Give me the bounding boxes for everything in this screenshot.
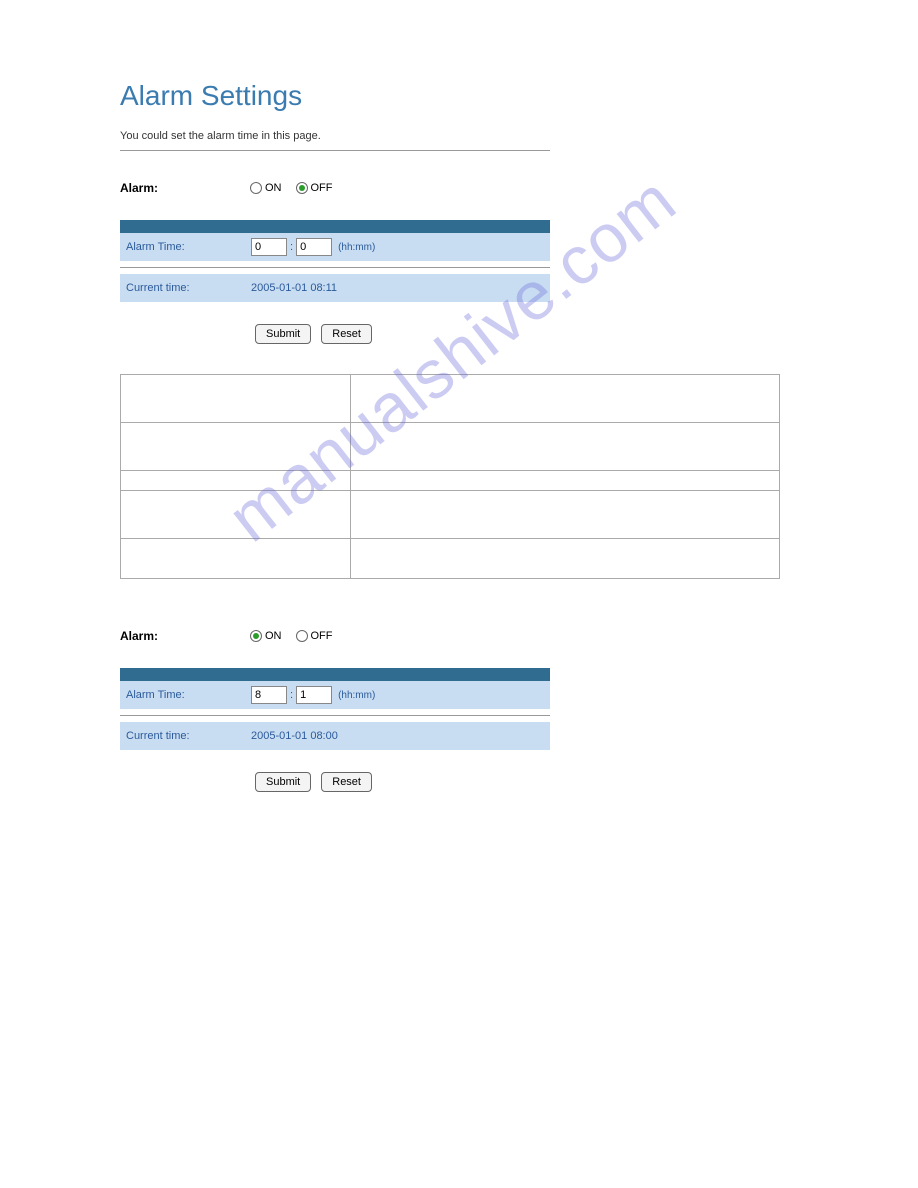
radio-icon xyxy=(250,182,262,194)
alarm-hour-input[interactable] xyxy=(251,238,287,256)
page-title: Alarm Settings xyxy=(120,80,798,112)
current-time-label: Current time: xyxy=(126,730,251,742)
time-format-hint: (hh:mm) xyxy=(338,690,375,701)
button-row: Submit Reset xyxy=(120,772,550,792)
time-format-hint: (hh:mm) xyxy=(338,242,375,253)
table-cell xyxy=(351,539,780,579)
current-time-row: Current time: 2005-01-01 08:11 xyxy=(120,274,550,302)
alarm-label: Alarm: xyxy=(120,181,250,195)
page-subtitle: You could set the alarm time in this pag… xyxy=(120,130,798,142)
current-time-row: Current time: 2005-01-01 08:00 xyxy=(120,722,550,750)
radio-icon xyxy=(250,630,262,642)
reset-button[interactable]: Reset xyxy=(321,772,372,792)
alarm-form-on: Alarm: ON OFF Alarm Time: : (hh:mm) Cur xyxy=(120,629,550,792)
table-cell xyxy=(351,471,780,491)
alarm-time-row: Alarm Time: : (hh:mm) xyxy=(120,681,550,709)
alarm-radio-group: ON OFF xyxy=(250,630,333,642)
alarm-minute-input[interactable] xyxy=(296,686,332,704)
button-row: Submit Reset xyxy=(120,324,550,344)
radio-off-label: OFF xyxy=(311,630,333,642)
alarm-on-radio[interactable]: ON xyxy=(250,182,282,194)
reset-button[interactable]: Reset xyxy=(321,324,372,344)
radio-icon xyxy=(296,182,308,194)
alarm-off-radio[interactable]: OFF xyxy=(296,182,333,194)
submit-button[interactable]: Submit xyxy=(255,324,311,344)
alarm-hour-input[interactable] xyxy=(251,686,287,704)
alarm-on-radio[interactable]: ON xyxy=(250,630,282,642)
table-cell xyxy=(121,539,351,579)
table-cell xyxy=(121,491,351,539)
current-time-value: 2005-01-01 08:11 xyxy=(251,282,337,294)
table-row xyxy=(121,423,780,471)
table-row xyxy=(121,491,780,539)
alarm-off-radio[interactable]: OFF xyxy=(296,630,333,642)
header-bar xyxy=(120,220,550,233)
table-cell xyxy=(351,491,780,539)
colon-icon: : xyxy=(290,689,293,701)
radio-on-label: ON xyxy=(265,630,282,642)
alarm-toggle-row: Alarm: ON OFF xyxy=(120,629,550,643)
description-table xyxy=(120,374,780,579)
table-cell xyxy=(121,423,351,471)
header-bar xyxy=(120,668,550,681)
table-cell xyxy=(351,423,780,471)
colon-icon: : xyxy=(290,241,293,253)
radio-on-label: ON xyxy=(265,182,282,194)
table-row xyxy=(121,539,780,579)
current-time-value: 2005-01-01 08:00 xyxy=(251,730,338,742)
alarm-toggle-row: Alarm: ON OFF xyxy=(120,181,550,195)
table-cell xyxy=(351,375,780,423)
divider xyxy=(120,267,550,268)
table-cell xyxy=(121,375,351,423)
table-row xyxy=(121,471,780,491)
alarm-time-row: Alarm Time: : (hh:mm) xyxy=(120,233,550,261)
alarm-label: Alarm: xyxy=(120,629,250,643)
radio-off-label: OFF xyxy=(311,182,333,194)
current-time-label: Current time: xyxy=(126,282,251,294)
alarm-radio-group: ON OFF xyxy=(250,182,333,194)
divider xyxy=(120,715,550,716)
table-cell xyxy=(121,471,351,491)
alarm-form-off: Alarm: ON OFF Alarm Time: : (hh:mm) Cur xyxy=(120,181,550,344)
alarm-time-label: Alarm Time: xyxy=(126,689,251,701)
table-row xyxy=(121,375,780,423)
alarm-minute-input[interactable] xyxy=(296,238,332,256)
submit-button[interactable]: Submit xyxy=(255,772,311,792)
radio-icon xyxy=(296,630,308,642)
alarm-time-label: Alarm Time: xyxy=(126,241,251,253)
divider xyxy=(120,150,550,151)
